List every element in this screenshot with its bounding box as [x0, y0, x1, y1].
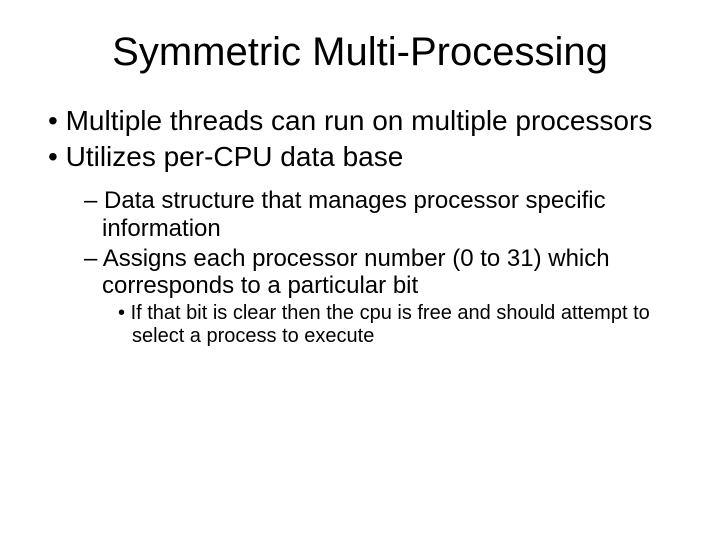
bullet-level2: Data structure that manages processor sp…: [40, 187, 680, 242]
slide-container: Symmetric Multi-Processing Multiple thre…: [0, 0, 720, 540]
bullet-level3: If that bit is clear then the cpu is fre…: [40, 302, 680, 348]
spacer: [40, 177, 680, 185]
slide-title: Symmetric Multi-Processing: [40, 30, 680, 75]
bullet-level1: Utilizes per-CPU data base: [40, 141, 680, 173]
bullet-level1: Multiple threads can run on multiple pro…: [40, 105, 680, 137]
bullet-level2: Assigns each processor number (0 to 31) …: [40, 245, 680, 300]
